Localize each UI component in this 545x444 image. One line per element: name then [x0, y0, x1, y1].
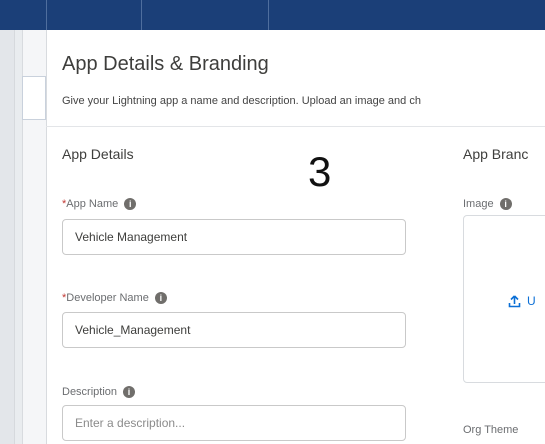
image-label-text: Image	[463, 198, 494, 210]
app-name-label: *App Name i	[62, 198, 137, 210]
description-label: Description i	[62, 386, 136, 398]
description-input[interactable]: Enter a description...	[62, 405, 406, 441]
developer-name-label: *Developer Name i	[62, 292, 167, 304]
info-icon[interactable]: i	[499, 198, 512, 210]
header-divider	[268, 0, 269, 30]
upload-icon	[508, 294, 521, 307]
developer-name-input[interactable]: Vehicle_Management	[62, 312, 406, 348]
developer-name-label-text: Developer Name	[66, 292, 149, 304]
org-theme-label: Org Theme	[463, 424, 519, 436]
section-app-branding: App Branc	[463, 146, 529, 162]
divider	[46, 126, 545, 127]
page-subtitle: Give your Lightning app a name and descr…	[62, 95, 421, 107]
page-title: App Details & Branding	[62, 53, 269, 75]
section-app-details: App Details	[62, 146, 134, 162]
header-divider	[46, 0, 47, 30]
left-strip	[0, 30, 15, 444]
app-name-label-text: App Name	[66, 198, 119, 210]
step-number-overlay: 3	[308, 148, 332, 195]
info-icon[interactable]: i	[154, 292, 167, 304]
info-icon[interactable]: i	[123, 386, 136, 398]
app-name-input[interactable]: Vehicle Management	[62, 219, 406, 255]
image-label: Image i	[463, 198, 512, 210]
info-icon[interactable]: i	[124, 198, 137, 210]
step-item-selected[interactable]	[22, 76, 46, 120]
upload-button[interactable]: U	[508, 294, 536, 308]
upload-label: U	[527, 294, 536, 308]
global-header	[0, 0, 545, 30]
description-placeholder: Enter a description...	[75, 416, 186, 430]
description-label-text: Description	[62, 386, 118, 398]
header-divider	[141, 0, 142, 30]
